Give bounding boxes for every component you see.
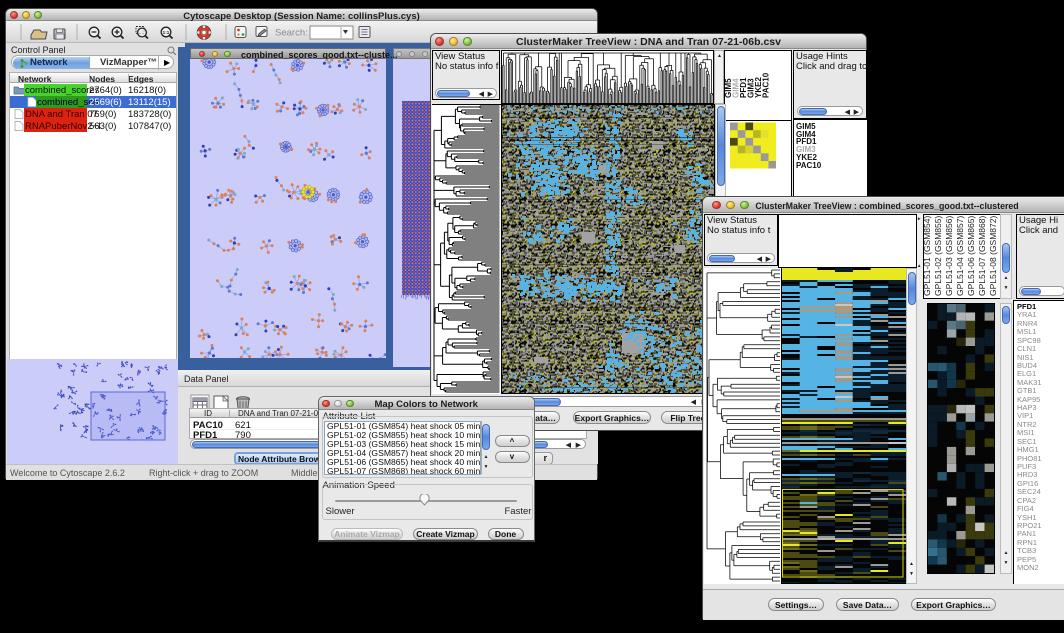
- svg-text:GPL51-02 (GSM855): GPL51-02 (GSM855): [933, 216, 943, 296]
- svg-text:PAC10: PAC10: [762, 72, 771, 98]
- svg-text:GPL51-06 (GSM865): GPL51-06 (GSM865): [966, 216, 976, 296]
- svg-text:GPL51-01 (GSM854): GPL51-01 (GSM854): [924, 216, 932, 296]
- svg-text:GPL51-08 (GSM872): GPL51-08 (GSM872): [988, 216, 998, 296]
- svg-text:GPL51-04 (GSM857): GPL51-04 (GSM857): [955, 216, 965, 296]
- svg-text:Search:: Search:: [275, 28, 308, 39]
- svg-text:1:1: 1:1: [163, 30, 170, 35]
- svg-text:GPL51-03 (GSM856): GPL51-03 (GSM856): [944, 216, 954, 296]
- svg-text:GPL51-07 (GSM868): GPL51-07 (GSM868): [977, 216, 987, 296]
